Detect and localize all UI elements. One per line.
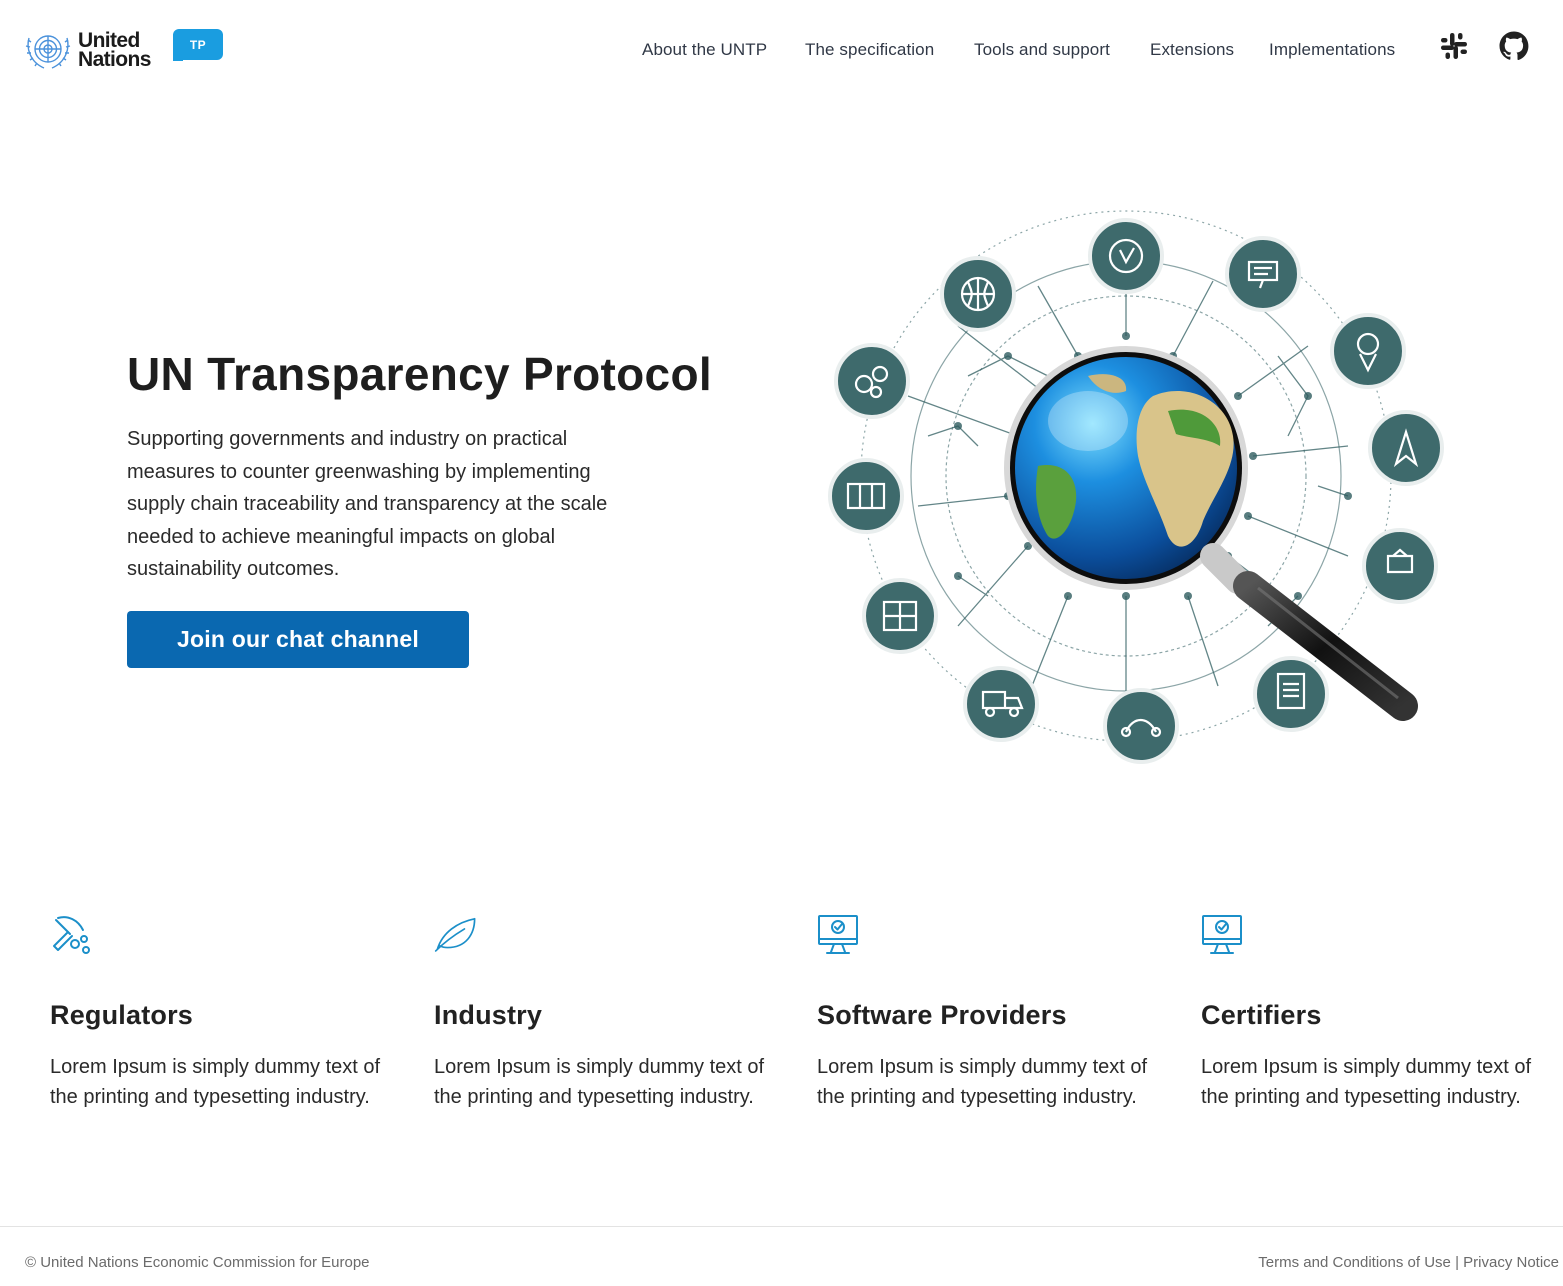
- feature-text: Lorem Ipsum is simply dummy text of the …: [1201, 1056, 1532, 1108]
- feature-title: Software Providers: [817, 1000, 1067, 1030]
- feature-software-providers: Software Providers Lorem Ipsum is simply…: [817, 912, 1167, 1108]
- tp-badge[interactable]: TP: [173, 29, 223, 61]
- site-header: United Nations TP About the UNTP The spe…: [0, 0, 1563, 98]
- terms-link[interactable]: Terms and Conditions of Use: [1258, 1254, 1451, 1271]
- footer-separator: |: [1455, 1254, 1459, 1271]
- globe-magnifier-illustration: [828, 210, 1444, 764]
- join-chat-button[interactable]: Join our chat channel: [127, 611, 469, 668]
- monitor-check-icon: [818, 915, 858, 954]
- github-icon[interactable]: [1498, 30, 1530, 62]
- feature-regulators: Regulators Lorem Ipsum is simply dummy t…: [50, 912, 400, 1108]
- un-emblem-icon: [25, 35, 71, 69]
- footer-links: Terms and Conditions of Use | Privacy No…: [1258, 1254, 1559, 1271]
- feature-certifiers: Certifiers Lorem Ipsum is simply dummy t…: [1201, 912, 1551, 1108]
- feature-title: Industry: [434, 1000, 543, 1030]
- feature-title: Certifiers: [1201, 1000, 1322, 1030]
- leaf-icon: [434, 917, 476, 952]
- feature-text: Lorem Ipsum is simply dummy text of the …: [50, 1056, 381, 1108]
- hero-description: Supporting governments and industry on p…: [127, 428, 608, 580]
- privacy-link[interactable]: Privacy Notice: [1463, 1254, 1559, 1271]
- nav-implementations[interactable]: Implementations: [1269, 38, 1395, 62]
- copyright: © United Nations Economic Commission for…: [25, 1254, 370, 1271]
- hero-title: UN Transparency Protocol: [127, 348, 712, 400]
- feature-text: Lorem Ipsum is simply dummy text of the …: [817, 1056, 1148, 1108]
- logo-line-2: Nations: [78, 48, 151, 71]
- feature-industry: Industry Lorem Ipsum is simply dummy tex…: [434, 912, 784, 1108]
- site-footer: © United Nations Economic Commission for…: [0, 1226, 1563, 1286]
- feature-text: Lorem Ipsum is simply dummy text of the …: [434, 1056, 765, 1108]
- slack-icon[interactable]: [1438, 30, 1470, 62]
- feature-title: Regulators: [50, 1000, 194, 1030]
- nav-extensions[interactable]: Extensions: [1150, 38, 1234, 62]
- monitor-check-icon: [1202, 915, 1242, 954]
- logo-wordmark: United Nations: [78, 30, 151, 71]
- un-logo[interactable]: United Nations: [24, 28, 151, 72]
- nav-about[interactable]: About the UNTP: [642, 38, 767, 62]
- nav-specification[interactable]: The specification: [805, 38, 934, 62]
- nav-tools[interactable]: Tools and support: [974, 38, 1110, 62]
- pickaxe-icon: [53, 916, 90, 954]
